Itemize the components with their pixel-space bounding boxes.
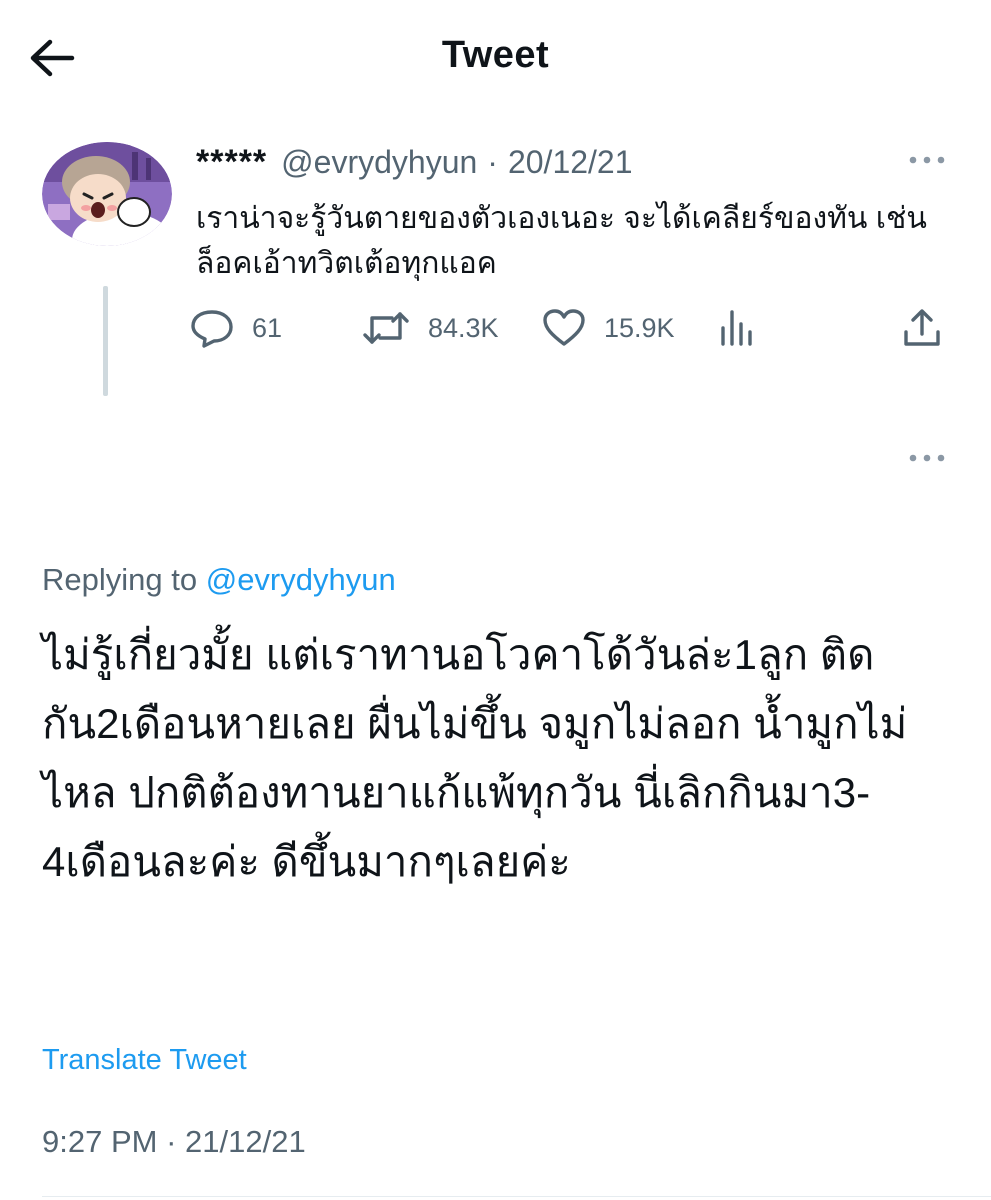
tweet-date[interactable]: 20/12/21 (508, 144, 633, 181)
parent-more-button[interactable] (906, 148, 948, 172)
retweet-button[interactable]: 84.3K (362, 306, 499, 350)
like-count: 15.9K (604, 312, 675, 343)
reply-count: 61 (252, 312, 283, 343)
timestamp-separator: · (166, 1124, 177, 1159)
reply-button[interactable]: 61 (190, 306, 282, 350)
replying-to-line: Replying to @evrydyhyun (42, 562, 396, 598)
user-handle[interactable]: @evrydyhyun (281, 144, 477, 181)
share-icon (904, 309, 940, 346)
reply-icon (191, 310, 233, 348)
reply-tweet-text: ไม่รู้เกี่ยวมั้ย แต่เราทานอโวคาโด้วันล่ะ… (42, 631, 908, 885)
avatar[interactable] (42, 142, 172, 246)
retweet-icon (363, 312, 409, 344)
more-icon (909, 156, 945, 164)
avatar-illustration (42, 142, 172, 246)
heart-icon (543, 309, 585, 346)
parent-tweet-header: ***** @evrydyhyun · 20/12/21 (196, 140, 633, 184)
analytics-icon (721, 310, 752, 346)
replying-to-label: Replying to (42, 562, 198, 597)
tweet-timestamp: 9:27 PM · 21/12/21 (42, 1124, 306, 1160)
divider (42, 1196, 991, 1197)
reply-more-button[interactable] (906, 446, 948, 470)
retweet-count: 84.3K (428, 312, 499, 343)
more-icon (909, 454, 945, 462)
top-bar: Tweet (0, 0, 991, 115)
parent-tweet-text: เราน่าจะรู้วันตายของตัวเองเนอะ จะได้เคลี… (196, 202, 927, 280)
tweet-action-bar: 61 84.3K 15.9K (190, 306, 950, 350)
display-name[interactable]: ***** (196, 143, 267, 182)
like-button[interactable]: 15.9K (542, 306, 675, 350)
page-title: Tweet (441, 34, 550, 76)
analytics-button[interactable] (718, 306, 758, 350)
tweet-full-date[interactable]: 21/12/21 (185, 1124, 306, 1159)
replying-to-handle[interactable]: @evrydyhyun (206, 562, 396, 597)
thread-connector-line (103, 286, 108, 396)
share-button[interactable] (902, 306, 942, 350)
tweet-time[interactable]: 9:27 PM (42, 1124, 157, 1159)
translate-tweet-link[interactable]: Translate Tweet (42, 1044, 247, 1077)
meta-separator: · (487, 143, 498, 180)
